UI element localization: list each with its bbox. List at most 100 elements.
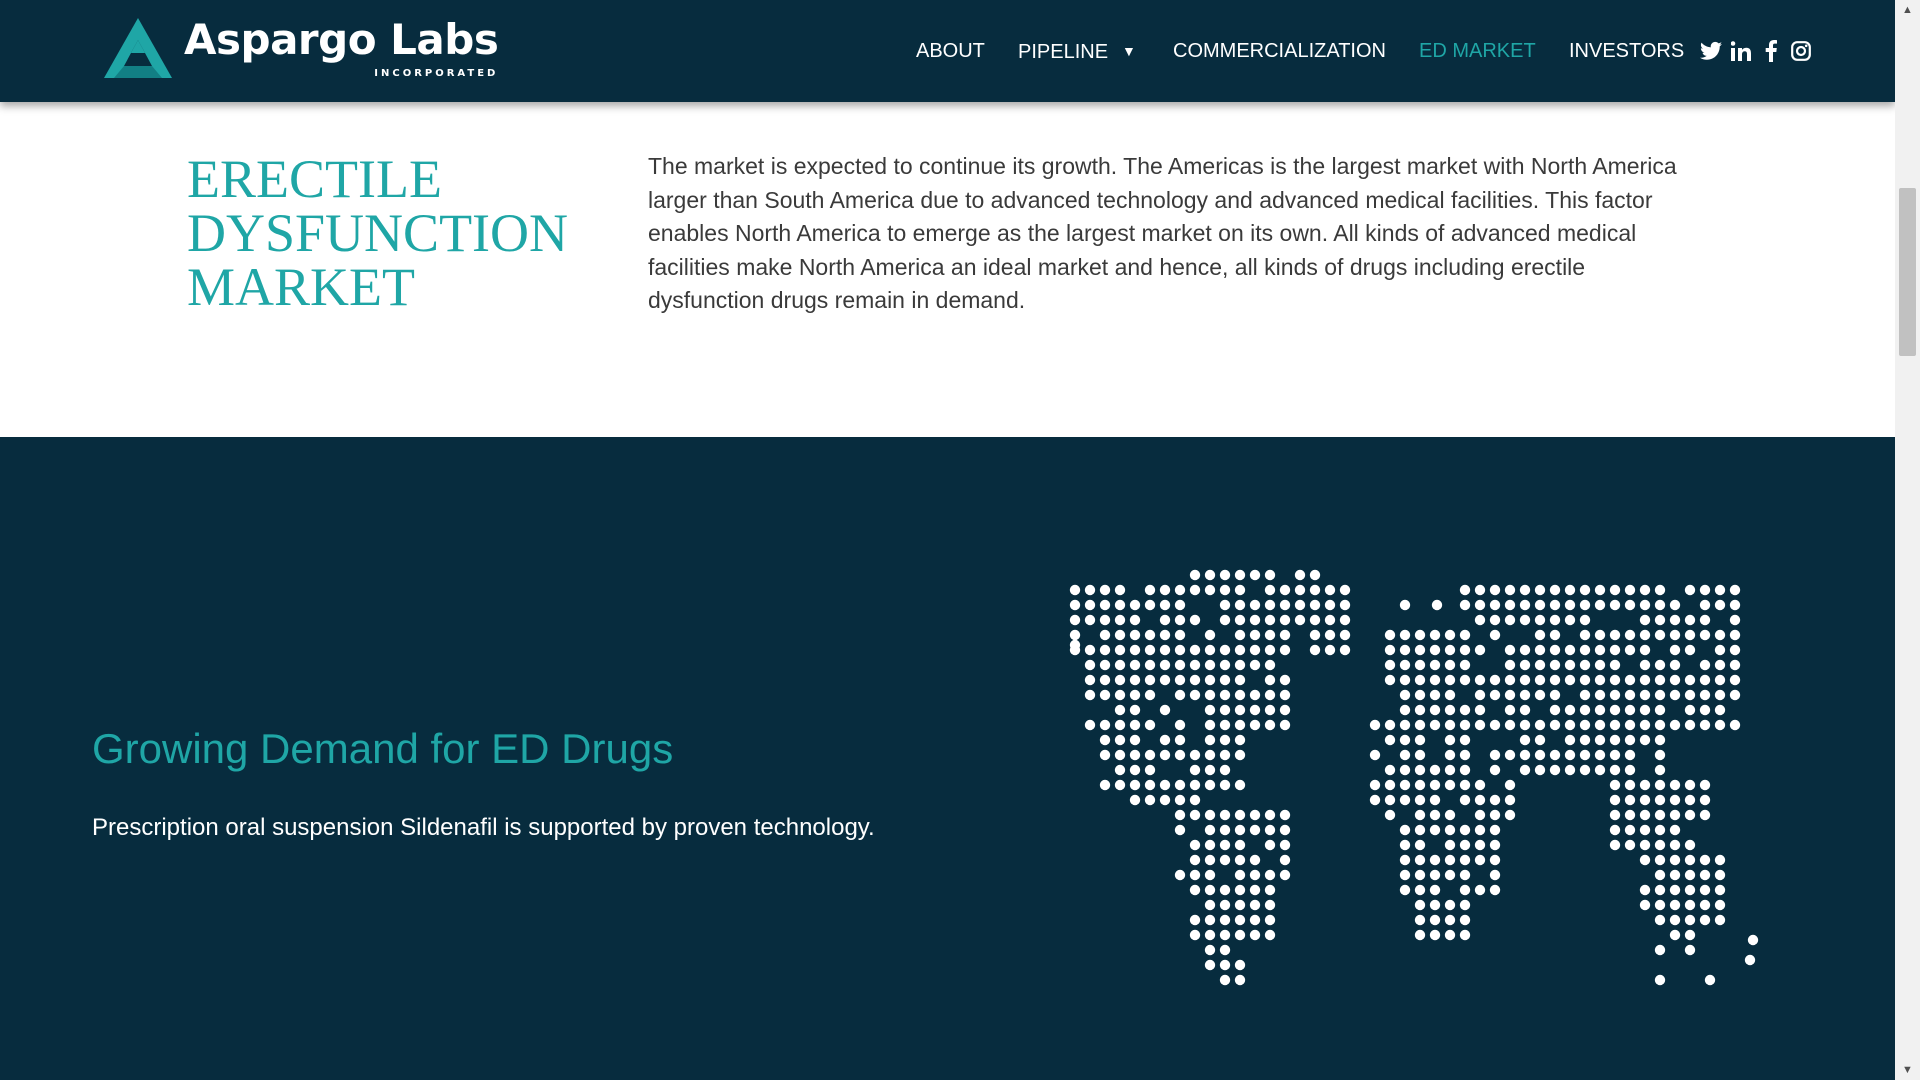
map-dot	[1684, 869, 1696, 881]
map-dot	[1069, 599, 1081, 611]
map-dot	[1609, 779, 1621, 791]
map-dot	[1219, 569, 1231, 581]
map-dot	[1519, 719, 1531, 731]
linkedin-icon[interactable]	[1730, 40, 1752, 62]
map-dot	[1639, 674, 1651, 686]
map-dot	[1309, 584, 1321, 596]
map-dot	[1669, 809, 1681, 821]
map-dot	[1444, 689, 1456, 701]
map-dot	[1399, 764, 1411, 776]
map-dot	[1159, 659, 1171, 671]
map-dot	[1234, 839, 1246, 851]
map-dot	[1174, 629, 1186, 641]
map-dot	[1114, 764, 1126, 776]
page-scrollbar[interactable]: ▲ ▼	[1895, 0, 1920, 1080]
map-dot	[1489, 599, 1501, 611]
map-dot	[1714, 659, 1726, 671]
map-dot	[1399, 719, 1411, 731]
nav-ed-market[interactable]: ED MARKET	[1419, 38, 1536, 64]
map-dot	[1144, 749, 1156, 761]
map-dot	[1144, 584, 1156, 596]
map-dot	[1129, 629, 1141, 641]
twitter-icon[interactable]	[1700, 40, 1722, 62]
map-dot	[1444, 824, 1456, 836]
map-dot	[1504, 599, 1516, 611]
map-dot	[1699, 599, 1711, 611]
map-dot	[1234, 884, 1246, 896]
map-dot	[1609, 644, 1621, 656]
instagram-icon[interactable]	[1790, 40, 1812, 62]
map-dot	[1624, 794, 1636, 806]
map-dot	[1519, 749, 1531, 761]
facebook-icon[interactable]	[1760, 40, 1782, 62]
map-dot	[1564, 734, 1576, 746]
map-dot	[1234, 629, 1246, 641]
map-dot	[1609, 764, 1621, 776]
map-dot	[1519, 584, 1531, 596]
map-dot	[1684, 704, 1696, 716]
map-dot	[1204, 719, 1216, 731]
map-dot	[1264, 929, 1276, 941]
map-dot	[1384, 644, 1396, 656]
map-dot	[1264, 839, 1276, 851]
map-dot	[1219, 824, 1231, 836]
map-dot	[1414, 749, 1426, 761]
map-dot	[1459, 869, 1471, 881]
map-dot	[1489, 869, 1501, 881]
map-dot	[1669, 899, 1681, 911]
map-dot	[1474, 644, 1486, 656]
map-dot	[1219, 734, 1231, 746]
map-dot	[1534, 614, 1546, 626]
scroll-thumb[interactable]	[1899, 188, 1916, 356]
map-dot	[1234, 599, 1246, 611]
map-dot	[1384, 659, 1396, 671]
map-dot	[1384, 719, 1396, 731]
map-dot	[1654, 869, 1666, 881]
map-dot	[1489, 854, 1501, 866]
map-dot	[1414, 809, 1426, 821]
map-dot	[1114, 584, 1126, 596]
nav-about[interactable]: ABOUT	[916, 38, 985, 64]
map-dot	[1704, 974, 1716, 986]
map-dot	[1444, 764, 1456, 776]
scroll-up-arrow-icon[interactable]: ▲	[1895, 0, 1920, 20]
demand-heading: Growing Demand for ED Drugs	[92, 725, 674, 772]
map-dot	[1684, 794, 1696, 806]
map-dot	[1459, 584, 1471, 596]
map-dot	[1609, 809, 1621, 821]
map-dot	[1444, 749, 1456, 761]
nav-pipeline[interactable]: PIPELINE ▼	[1018, 38, 1136, 65]
map-dot	[1264, 674, 1276, 686]
map-dot	[1204, 674, 1216, 686]
map-dot	[1549, 674, 1561, 686]
map-dot	[1699, 899, 1711, 911]
map-dot	[1699, 914, 1711, 926]
map-dot	[1669, 914, 1681, 926]
map-dot	[1219, 959, 1231, 971]
map-dot	[1069, 639, 1081, 651]
map-dot	[1714, 584, 1726, 596]
map-dot	[1099, 599, 1111, 611]
map-dot	[1234, 674, 1246, 686]
map-dot	[1654, 734, 1666, 746]
nav-commercialization[interactable]: COMMERCIALIZATION	[1173, 38, 1386, 64]
map-dot	[1564, 719, 1576, 731]
map-dot	[1594, 629, 1606, 641]
scroll-down-arrow-icon[interactable]: ▼	[1895, 1060, 1920, 1080]
map-dot	[1654, 809, 1666, 821]
map-dot	[1204, 899, 1216, 911]
map-dot	[1114, 674, 1126, 686]
map-dot	[1444, 674, 1456, 686]
map-dot	[1114, 614, 1126, 626]
map-dot	[1624, 599, 1636, 611]
map-dot	[1429, 794, 1441, 806]
map-dot	[1639, 839, 1651, 851]
map-dot	[1204, 689, 1216, 701]
map-dot	[1399, 869, 1411, 881]
map-dot	[1279, 809, 1291, 821]
map-dot	[1114, 779, 1126, 791]
map-dot	[1594, 704, 1606, 716]
map-dot	[1339, 584, 1351, 596]
map-dot	[1699, 689, 1711, 701]
nav-investors[interactable]: INVESTORS	[1569, 38, 1684, 64]
